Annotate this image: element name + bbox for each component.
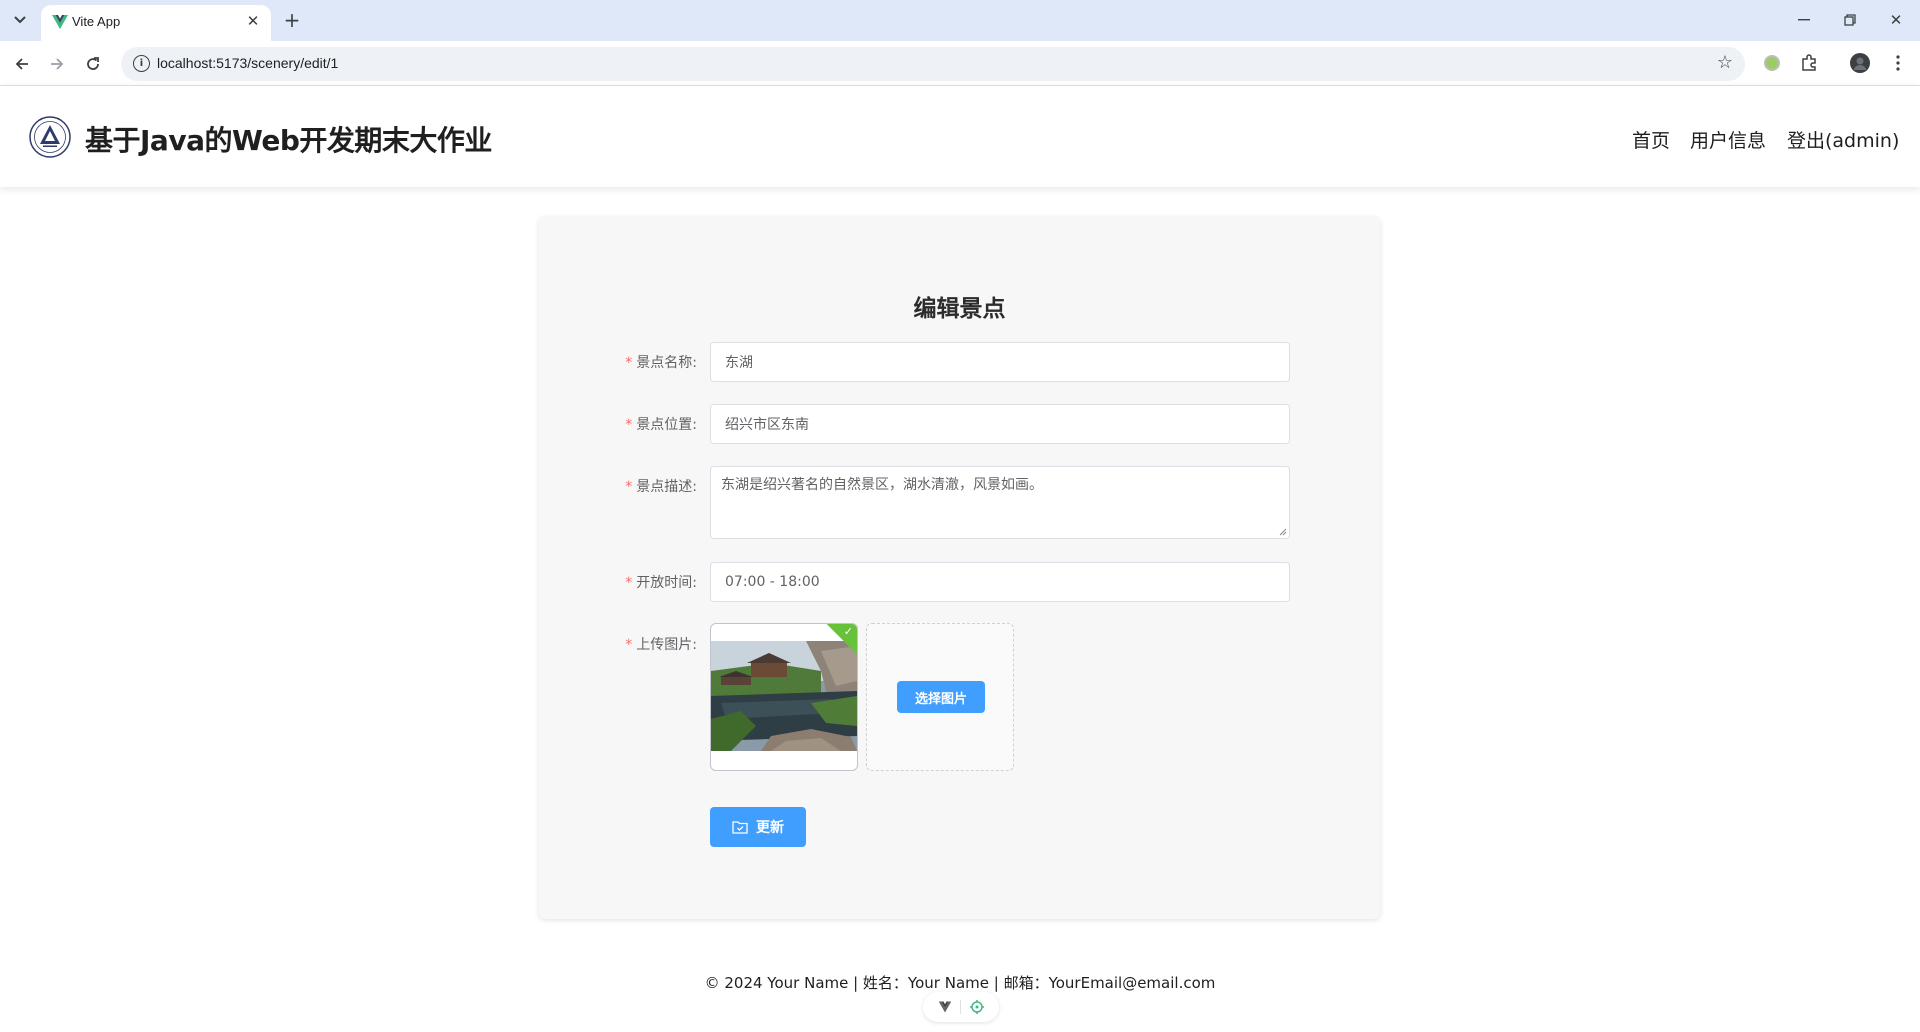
vue-devtools-logo-icon[interactable]: [938, 1000, 952, 1014]
browser-toolbar: i localhost:5173/scenery/edit/1 ☆: [0, 41, 1920, 86]
tab-title: Vite App: [72, 14, 121, 29]
required-mark: *: [625, 355, 633, 371]
browser-tab[interactable]: Vite App ✕: [41, 5, 271, 41]
vue-logo-icon: [52, 15, 68, 29]
update-button-label: 更新: [756, 820, 784, 836]
opening-hours-input[interactable]: 07:00 - 18:00: [710, 562, 1290, 602]
check-icon: ✓: [843, 625, 853, 638]
browser-tab-bar: Vite App ✕ + ✕: [0, 0, 1920, 41]
scenery-description-textarea[interactable]: 东湖是绍兴著名的自然景区，湖水清澈，风景如画。: [710, 466, 1290, 539]
site-title: 基于Java的Web开发期末大作业: [85, 124, 492, 157]
edit-scenery-card: 编辑景点 * 景点名称: 东湖 * 景点位置: 绍兴市区东南 * 景点描述: 东湖是绍…: [539, 217, 1380, 919]
minimize-icon[interactable]: [1792, 8, 1816, 32]
choose-image-button[interactable]: 选择图片: [897, 681, 985, 713]
resize-handle-icon[interactable]: [1279, 528, 1287, 536]
form-title: 编辑景点: [913, 296, 1006, 322]
description-label: * 景点描述:: [625, 479, 697, 495]
nav-home[interactable]: 首页: [1632, 126, 1670, 153]
new-tab-icon[interactable]: +: [280, 8, 304, 32]
upload-label: * 上传图片:: [625, 637, 697, 653]
site-info-icon[interactable]: i: [133, 55, 150, 72]
close-window-icon[interactable]: ✕: [1884, 8, 1908, 32]
folder-check-icon: [732, 821, 748, 834]
required-mark: *: [625, 637, 633, 653]
extensions-puzzle-icon[interactable]: [1798, 52, 1820, 74]
required-mark: *: [625, 575, 633, 591]
upload-trigger-area[interactable]: 选择图片: [866, 623, 1014, 771]
hours-label: * 开放时间:: [625, 575, 697, 591]
url-text: localhost:5173/scenery/edit/1: [157, 55, 339, 71]
devtools-divider: [960, 1000, 961, 1014]
app-header: 基于Java的Web开发期末大作业 首页 用户信息 登出(admin): [0, 86, 1920, 187]
required-mark: *: [625, 479, 633, 495]
browser-menu-icon[interactable]: [1887, 52, 1909, 74]
forward-icon[interactable]: [44, 51, 70, 77]
scenery-photo: [711, 641, 857, 751]
location-label: * 景点位置:: [625, 417, 697, 433]
vue-devtools-bar[interactable]: [923, 992, 999, 1022]
nav-user-info[interactable]: 用户信息: [1690, 126, 1766, 153]
uploaded-image-card[interactable]: ✓: [710, 623, 858, 771]
scenery-name-input[interactable]: 东湖: [710, 342, 1290, 382]
tab-close-icon[interactable]: ✕: [243, 11, 263, 31]
description-text: 东湖是绍兴著名的自然景区，湖水清澈，风景如画。: [721, 477, 1043, 493]
component-inspector-icon[interactable]: [969, 999, 985, 1015]
back-icon[interactable]: [9, 51, 35, 77]
nav-logout[interactable]: 登出(admin): [1787, 126, 1899, 153]
tab-search-icon[interactable]: [8, 8, 32, 32]
address-bar[interactable]: i localhost:5173/scenery/edit/1 ☆: [121, 47, 1745, 81]
update-button[interactable]: 更新: [710, 807, 806, 847]
name-label: * 景点名称:: [625, 355, 697, 371]
restore-icon[interactable]: [1838, 8, 1862, 32]
footer-text: © 2024 Your Name | 姓名：Your Name | 邮箱：You…: [704, 974, 1216, 992]
bookmark-star-icon[interactable]: ☆: [1717, 52, 1733, 73]
university-logo-icon: [29, 116, 71, 158]
required-mark: *: [625, 417, 633, 433]
scenery-location-input[interactable]: 绍兴市区东南: [710, 404, 1290, 444]
reload-icon[interactable]: [80, 51, 106, 77]
profile-avatar-icon[interactable]: [1849, 52, 1871, 74]
extension-status-icon[interactable]: [1761, 52, 1783, 74]
